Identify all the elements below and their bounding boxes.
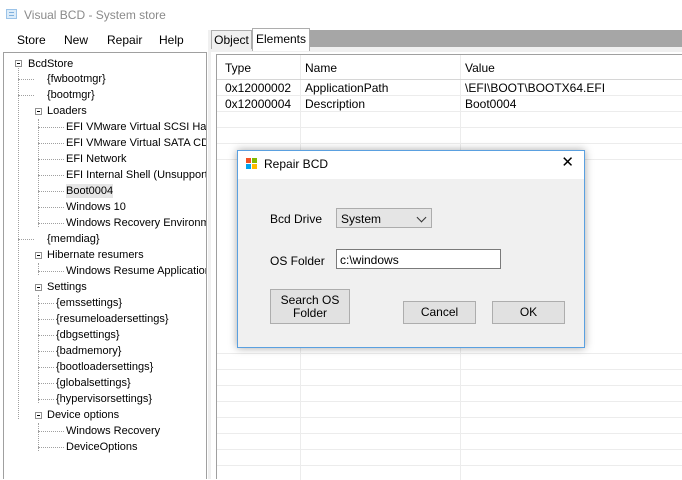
cancel-button[interactable]: Cancel: [403, 301, 476, 324]
search-os-folder-button[interactable]: Search OS Folder: [270, 289, 350, 324]
column-header-type[interactable]: Type: [225, 61, 251, 75]
tree-collapse-icon[interactable]: [35, 108, 42, 115]
windows-logo-icon: [246, 158, 258, 170]
tree-collapse-icon[interactable]: [35, 284, 42, 291]
tree-node-setting[interactable]: {badmemory}: [56, 344, 121, 358]
tree-node-boot0004-selected[interactable]: Boot0004: [66, 184, 114, 198]
table-cell[interactable]: 0x12000002: [225, 81, 291, 95]
tree-node-loaders[interactable]: Loaders: [47, 104, 87, 118]
tree-node-loader[interactable]: Windows Recovery Environm: [66, 216, 206, 230]
chevron-down-icon: [416, 212, 427, 223]
bcd-tree[interactable]: BcdStore {fwbootmgr} {bootmgr} Loaders E…: [3, 52, 207, 479]
tree-collapse-icon[interactable]: [35, 412, 42, 419]
tree-node-device-option[interactable]: DeviceOptions: [66, 440, 138, 454]
splitter[interactable]: [208, 30, 211, 479]
app-icon: [6, 9, 17, 19]
repair-bcd-dialog: Repair BCD ✕ Bcd Drive System OS Folder …: [237, 150, 585, 348]
tree-node-settings[interactable]: Settings: [47, 280, 87, 294]
tree-node-device-options[interactable]: Device options: [47, 408, 119, 422]
tree-collapse-icon[interactable]: [15, 60, 22, 67]
menu-repair[interactable]: Repair: [107, 33, 142, 47]
tree-node-hibernate-resumers[interactable]: Hibernate resumers: [47, 248, 144, 262]
ok-button[interactable]: OK: [492, 301, 565, 324]
tree-node-setting[interactable]: {emssettings}: [56, 296, 122, 310]
column-header-value[interactable]: Value: [465, 61, 495, 75]
dialog-title: Repair BCD: [264, 157, 329, 171]
menu-help[interactable]: Help: [159, 33, 184, 47]
tree-node-resume-app[interactable]: Windows Resume Applicatior: [66, 264, 206, 278]
table-cell[interactable]: 0x12000004: [225, 97, 291, 111]
tree-node-bootmgr[interactable]: {bootmgr}: [47, 88, 95, 102]
tree-node-loader[interactable]: EFI Internal Shell (Unsupporte: [66, 168, 206, 182]
window-title: Visual BCD - System store: [24, 8, 166, 22]
os-folder-label: OS Folder: [270, 254, 325, 268]
tab-elements[interactable]: Elements: [252, 28, 310, 51]
table-cell[interactable]: ApplicationPath: [305, 81, 388, 95]
tree-node-loader[interactable]: EFI Network: [66, 152, 127, 166]
menu-store[interactable]: Store: [17, 33, 46, 47]
column-header-name[interactable]: Name: [305, 61, 337, 75]
tree-collapse-icon[interactable]: [35, 252, 42, 259]
tree-node-bcdstore[interactable]: BcdStore: [28, 57, 73, 71]
os-folder-value: c:\windows: [340, 253, 399, 267]
tree-node-loader[interactable]: Windows 10: [66, 200, 126, 214]
tree-node-setting[interactable]: {dbgsettings}: [56, 328, 120, 342]
table-cell[interactable]: Description: [305, 97, 365, 111]
title-bar: Visual BCD - System store: [0, 0, 682, 31]
tree-node-loader[interactable]: EFI VMware Virtual SATA CD: [66, 136, 206, 150]
tree-node-setting[interactable]: {bootloadersettings}: [56, 360, 153, 374]
tree-node-fwbootmgr[interactable]: {fwbootmgr}: [47, 72, 106, 86]
menu-bar: Store New Repair Help: [0, 30, 209, 51]
dialog-title-bar: Repair BCD ✕: [238, 151, 584, 179]
table-cell[interactable]: Boot0004: [465, 97, 516, 111]
menu-new[interactable]: New: [64, 33, 88, 47]
close-icon[interactable]: ✕: [561, 155, 574, 171]
bcd-drive-select[interactable]: System: [336, 208, 432, 228]
table-cell[interactable]: \EFI\BOOT\BOOTX64.EFI: [465, 81, 605, 95]
tab-object[interactable]: Object: [211, 30, 252, 49]
bcd-drive-label: Bcd Drive: [270, 212, 323, 226]
os-folder-input[interactable]: c:\windows: [336, 249, 501, 269]
tab-strip-band: [310, 30, 682, 47]
bcd-drive-value: System: [341, 212, 382, 226]
tree-node-setting[interactable]: {globalsettings}: [56, 376, 131, 390]
tree-node-loader[interactable]: EFI VMware Virtual SCSI Har: [66, 120, 206, 134]
tree-node-setting[interactable]: {resumeloadersettings}: [56, 312, 169, 326]
tree-node-device-option[interactable]: Windows Recovery: [66, 424, 160, 438]
tree-node-setting[interactable]: {hypervisorsettings}: [56, 392, 152, 406]
tree-node-memdiag[interactable]: {memdiag}: [47, 232, 100, 246]
